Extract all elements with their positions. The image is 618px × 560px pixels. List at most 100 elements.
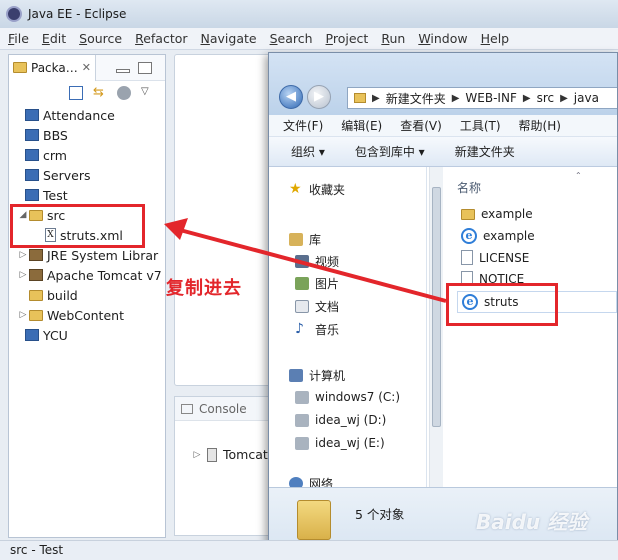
collapsed-arrow-icon[interactable]: ▷ — [17, 270, 29, 280]
breadcrumb-separator-icon: ▶ — [451, 92, 460, 104]
column-header-name[interactable]: 名称 — [457, 179, 481, 196]
breadcrumb-item[interactable]: WEB-INF — [465, 91, 516, 105]
link-with-editor-icon[interactable]: ⇆ — [93, 86, 107, 100]
menu-run[interactable]: Run — [381, 31, 405, 46]
folder-icon — [29, 289, 43, 301]
back-button[interactable]: ◀ — [279, 85, 303, 109]
menu-view[interactable]: 查看(V) — [400, 117, 442, 134]
menu-edit[interactable]: 编辑(E) — [341, 117, 382, 134]
menu-refactor[interactable]: Refactor — [135, 31, 187, 46]
tab-console[interactable]: Console — [175, 397, 273, 421]
menu-help[interactable]: Help — [481, 31, 510, 46]
breadcrumb-separator-icon: ▶ — [522, 92, 531, 104]
tab-label: Packa… — [31, 60, 78, 75]
menu-source[interactable]: Source — [79, 31, 122, 46]
file-name: example — [483, 229, 535, 243]
menu-file[interactable]: File — [8, 31, 29, 46]
folder-icon — [29, 309, 43, 321]
nav-label: 收藏夹 — [309, 183, 346, 197]
explorer-header: ◀ ▶ ▶ 新建文件夹 ▶ WEB-INF ▶ src ▶ java — [269, 53, 617, 115]
package-explorer-tabbar: Packa… ✕ — [9, 54, 165, 81]
include-in-library-button[interactable]: 包含到库中 ▾ — [355, 143, 425, 160]
tree-label: Apache Tomcat v7 — [47, 267, 162, 283]
tree-item-test[interactable]: Test — [13, 185, 165, 205]
file-explorer-window: ◀ ▶ ▶ 新建文件夹 ▶ WEB-INF ▶ src ▶ java 文件(F)… — [268, 52, 618, 552]
nav-documents[interactable]: 文档 — [295, 298, 339, 315]
nav-drive-c[interactable]: windows7 (C:) — [295, 390, 400, 404]
navigation-scrollbar[interactable] — [429, 167, 443, 487]
view-filters-icon[interactable] — [117, 86, 131, 100]
file-name: example — [481, 207, 533, 221]
console-view: Console ▷ Tomcat — [174, 396, 274, 536]
file-item-example-html[interactable]: e example — [461, 228, 535, 244]
nav-pictures[interactable]: 图片 — [295, 275, 339, 292]
menu-file[interactable]: 文件(F) — [283, 117, 323, 134]
nav-favorites[interactable]: ★ 收藏夹 — [289, 181, 345, 198]
tab-package-explorer[interactable]: Packa… ✕ — [9, 54, 96, 81]
nav-drive-d[interactable]: idea_wj (D:) — [295, 413, 386, 427]
new-folder-button[interactable]: 新建文件夹 — [455, 143, 515, 160]
maximize-button[interactable] — [137, 61, 152, 74]
explorer-menu-bar: 文件(F) 编辑(E) 查看(V) 工具(T) 帮助(H) — [269, 115, 617, 137]
menu-help[interactable]: 帮助(H) — [519, 117, 561, 134]
nav-library[interactable]: 库 — [289, 231, 321, 248]
breadcrumb-item[interactable]: java — [574, 91, 599, 105]
menu-project[interactable]: Project — [326, 31, 369, 46]
view-menu-icon[interactable]: ▽ — [141, 86, 155, 100]
breadcrumb-item[interactable]: src — [537, 91, 555, 105]
editor-area — [174, 54, 274, 386]
forward-button[interactable]: ▶ — [307, 85, 331, 109]
folder-icon — [354, 93, 366, 103]
tree-item-attendance[interactable]: Attendance — [13, 105, 165, 125]
collapsed-arrow-icon[interactable]: ▷ — [191, 450, 203, 460]
project-icon — [25, 329, 39, 341]
project-icon — [25, 109, 39, 121]
project-icon — [25, 149, 39, 161]
tree-label: Servers — [43, 167, 91, 183]
nav-label: 库 — [309, 233, 322, 247]
package-explorer-toolbar: ⇆ ▽ — [9, 81, 165, 105]
window-title: Java EE - Eclipse — [28, 7, 127, 21]
tree-item-ycu[interactable]: YCU — [13, 325, 165, 345]
scrollbar-thumb[interactable] — [432, 187, 441, 427]
tree-item-jre[interactable]: ▷ JRE System Librar — [13, 245, 165, 265]
collapsed-arrow-icon[interactable]: ▷ — [17, 250, 29, 260]
menu-tools[interactable]: 工具(T) — [460, 117, 501, 134]
tree-item-tomcat[interactable]: ▷ Apache Tomcat v7 — [13, 265, 165, 285]
tree-item-crm[interactable]: crm — [13, 145, 165, 165]
tree-item-webcontent[interactable]: ▷ WebContent — [13, 305, 165, 325]
nav-computer[interactable]: 计算机 — [289, 367, 345, 384]
collapsed-arrow-icon[interactable]: ▷ — [17, 310, 29, 320]
music-icon: ♪ — [295, 321, 304, 337]
nav-drive-e[interactable]: idea_wj (E:) — [295, 436, 385, 450]
package-icon — [13, 62, 27, 73]
server-icon — [207, 447, 217, 462]
organize-button[interactable]: 组织 ▾ — [291, 143, 325, 160]
collapse-all-icon[interactable] — [69, 86, 83, 100]
file-item-example-folder[interactable]: example — [461, 207, 533, 221]
tree-item-bbs[interactable]: BBS — [13, 125, 165, 145]
tree-item-servers[interactable]: Servers — [13, 165, 165, 185]
breadcrumb-item[interactable]: 新建文件夹 — [386, 90, 446, 107]
server-label: Tomcat — [223, 447, 268, 462]
console-server-item[interactable]: ▷ Tomcat — [191, 447, 268, 462]
menu-search[interactable]: Search — [270, 31, 313, 46]
address-bar[interactable]: ▶ 新建文件夹 ▶ WEB-INF ▶ src ▶ java — [347, 87, 617, 109]
nav-music[interactable]: ♪ 音乐 — [295, 321, 339, 338]
library-icon — [29, 249, 43, 261]
tree-label: WebContent — [47, 307, 124, 323]
video-icon — [295, 255, 309, 268]
folder-icon — [297, 500, 331, 540]
tree-label: JRE System Librar — [47, 247, 159, 263]
highlight-box-target — [10, 204, 145, 248]
nav-videos[interactable]: 视频 — [295, 253, 339, 270]
menu-navigate[interactable]: Navigate — [201, 31, 257, 46]
nav-label: 文档 — [315, 300, 340, 314]
file-item-license[interactable]: LICENSE — [461, 250, 529, 265]
menu-window[interactable]: Window — [418, 31, 467, 46]
minimize-button[interactable] — [115, 68, 130, 73]
tree-label: Attendance — [43, 107, 115, 123]
close-icon[interactable]: ✕ — [82, 61, 91, 74]
menu-edit[interactable]: Edit — [42, 31, 66, 46]
tree-item-build[interactable]: build — [13, 285, 165, 305]
